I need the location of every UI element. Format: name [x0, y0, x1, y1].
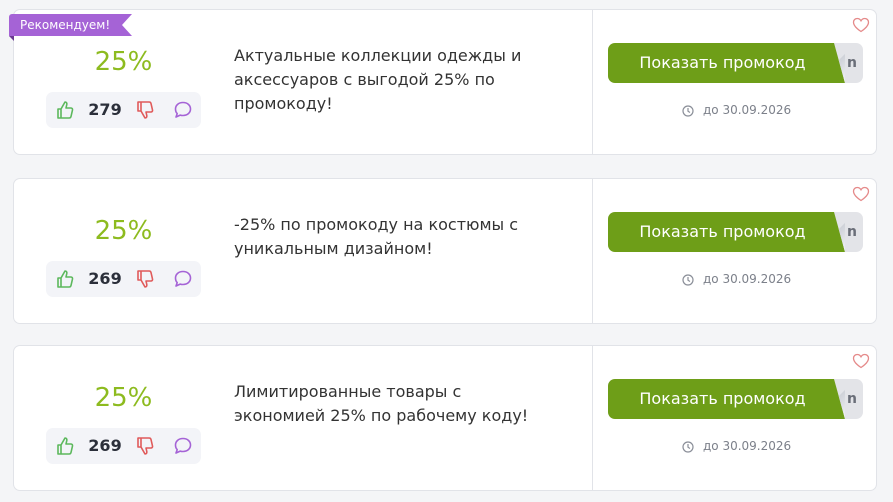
vote-panel: 269: [46, 428, 201, 464]
coupon-card: 25% 269 -25% по промокоду на костюмы с у…: [13, 178, 877, 324]
thumbs-up-icon[interactable]: [55, 269, 75, 293]
expiry-date: до 30.09.2026: [682, 103, 792, 120]
coupon-card: Рекомендуем! 25% 279 Актуальные коллекци…: [9, 9, 877, 155]
vote-panel: 269: [46, 261, 201, 297]
recommended-badge: Рекомендуем!: [9, 14, 133, 41]
show-promocode-label[interactable]: Показать промокод: [608, 43, 845, 83]
vote-panel: 279: [46, 92, 201, 128]
comment-icon[interactable]: [173, 100, 193, 124]
heart-icon[interactable]: [852, 186, 870, 206]
discount-value: 25%: [94, 383, 153, 413]
show-promocode-button[interactable]: n Показать промокод: [608, 379, 863, 419]
likes-count: 279: [88, 100, 122, 119]
thumbs-down-icon[interactable]: [135, 269, 155, 293]
code-hint: n: [847, 55, 857, 71]
code-hint: n: [847, 224, 857, 240]
divider: [592, 346, 593, 490]
coupon-description: Лимитированные товары с экономией 25% по…: [234, 382, 529, 425]
show-promocode-button[interactable]: n Показать промокод: [608, 43, 863, 83]
clock-icon: [682, 274, 694, 289]
clock-icon: [682, 441, 694, 456]
coupon-description: -25% по промокоду на костюмы с уникальны…: [234, 215, 519, 258]
divider: [592, 10, 593, 154]
discount-value: 25%: [94, 47, 153, 77]
thumbs-up-icon[interactable]: [55, 100, 75, 124]
coupon-description: Актуальные коллекции одежды и аксессуаро…: [234, 46, 522, 113]
heart-icon[interactable]: [852, 353, 870, 373]
show-promocode-label[interactable]: Показать промокод: [608, 212, 845, 252]
discount-value: 25%: [94, 216, 153, 246]
coupon-card: 25% 269 Лимитированные товары с экономие…: [13, 345, 877, 491]
expiry-text: до 30.09.2026: [703, 439, 792, 453]
thumbs-down-icon[interactable]: [135, 100, 155, 124]
comment-icon[interactable]: [173, 269, 193, 293]
thumbs-up-icon[interactable]: [55, 436, 75, 460]
expiry-date: до 30.09.2026: [682, 272, 792, 289]
expiry-text: до 30.09.2026: [703, 272, 792, 286]
code-hint: n: [847, 391, 857, 407]
show-promocode-label[interactable]: Показать промокод: [608, 379, 845, 419]
thumbs-down-icon[interactable]: [135, 436, 155, 460]
likes-count: 269: [88, 269, 122, 288]
expiry-date: до 30.09.2026: [682, 439, 792, 456]
clock-icon: [682, 105, 694, 120]
expiry-text: до 30.09.2026: [703, 103, 792, 117]
comment-icon[interactable]: [173, 436, 193, 460]
divider: [592, 179, 593, 323]
heart-icon[interactable]: [852, 17, 870, 37]
likes-count: 269: [88, 436, 122, 455]
show-promocode-button[interactable]: n Показать промокод: [608, 212, 863, 252]
